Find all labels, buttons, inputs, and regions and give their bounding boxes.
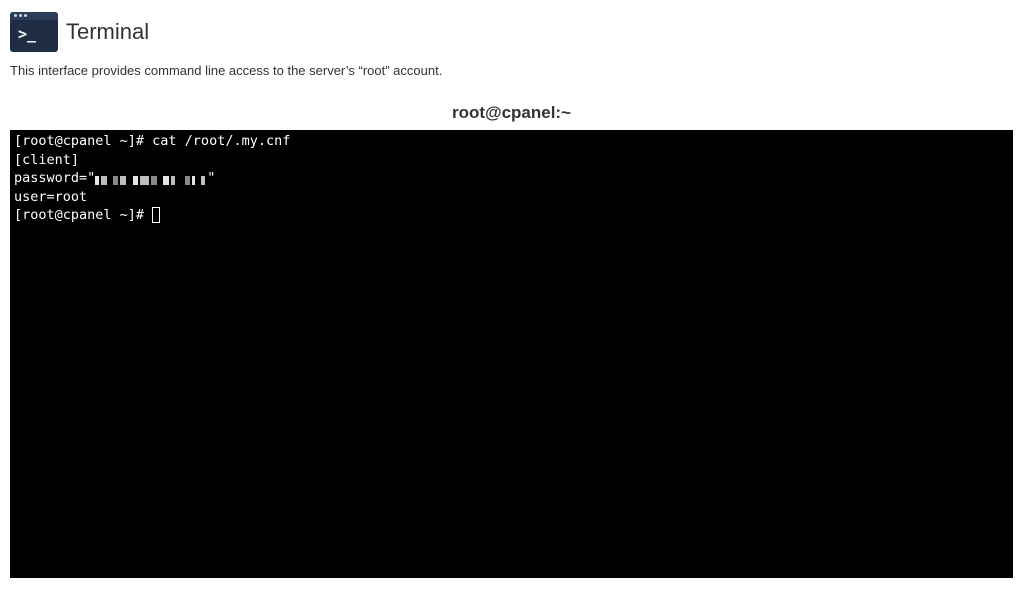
terminal-line-text: password="	[14, 170, 96, 186]
password-closing-quote: "	[207, 170, 216, 186]
terminal-prompt-icon: >_	[18, 25, 37, 43]
terminal-line-text: user=root	[14, 188, 88, 205]
terminal-line-1: [root@cpanel ~]# cat /root/.my.cnf	[14, 132, 1009, 151]
terminal-title: root@cpanel:~	[451, 103, 572, 122]
terminal-line-2: [client]	[14, 151, 1009, 170]
terminal-window[interactable]: [root@cpanel ~]# cat /root/.my.cnf [clie…	[10, 130, 1013, 578]
terminal-line-4: user=root	[14, 188, 1009, 207]
terminal-cursor[interactable]	[152, 207, 161, 223]
terminal-icon-dots	[14, 14, 27, 17]
terminal-line-5: [root@cpanel ~]#	[14, 206, 1009, 225]
page-title: Terminal	[66, 19, 150, 44]
page-description: This interface provides command line acc…	[10, 63, 443, 78]
terminal-line-text: [root@cpanel ~]# cat /root/.my.cnf	[14, 133, 291, 149]
page: >_ Terminal This interface provides comm…	[0, 0, 1026, 595]
page-header: >_ Terminal	[10, 12, 149, 52]
terminal-prompt: [root@cpanel ~]#	[14, 207, 153, 223]
terminal-line-text: [client]	[14, 151, 80, 168]
terminal-icon: >_	[10, 12, 58, 52]
redacted-password	[95, 172, 207, 185]
terminal-line-3: password=" "	[14, 169, 1009, 188]
